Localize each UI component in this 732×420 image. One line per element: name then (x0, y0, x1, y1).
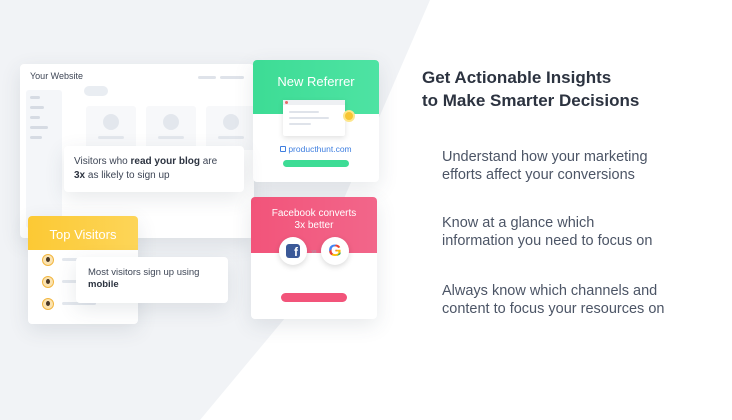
top-visitors-title: Top Visitors (49, 227, 117, 242)
avatar-icon (42, 276, 54, 288)
coin-icon (343, 110, 355, 122)
referrer-bar (283, 160, 349, 167)
content-card (86, 106, 136, 150)
facebook-title-line2: 3x better (294, 220, 334, 231)
new-referrer-card: New Referrer producthunt.com (253, 60, 379, 182)
content-card (206, 106, 256, 150)
avatar-icon (42, 298, 54, 310)
mobile-prefix: Most visitors sign up using (88, 267, 200, 278)
blog-middle: are (199, 156, 218, 167)
sidebar-line (30, 136, 42, 139)
sidebar-line (30, 116, 40, 119)
benefit-line2: content to focus your resources on (442, 301, 665, 317)
benefit-point: Understand how your marketing efforts af… (442, 148, 712, 184)
referrer-link-text[interactable]: producthunt.com (288, 144, 351, 154)
benefit-point: Always know which channels and content t… (442, 282, 712, 318)
headline-line2: to Make Smarter Decisions (422, 91, 640, 110)
benefit-line1: Know at a glance which (442, 215, 595, 231)
blog-multiplier: 3x (74, 170, 86, 181)
sidebar-line (30, 106, 44, 109)
sidebar-mock (26, 90, 62, 228)
link-icon (280, 146, 287, 152)
benefit-line1: Understand how your marketing (442, 149, 648, 165)
content-card (146, 106, 196, 150)
mini-browser-mock (283, 100, 345, 136)
sidebar-line (30, 126, 48, 129)
blog-insight-callout: Visitors who read your blog are 3x as li… (64, 146, 244, 192)
referrer-title: New Referrer (277, 74, 355, 89)
sidebar-line (30, 96, 40, 99)
facebook-icon: f (286, 244, 300, 259)
header-pill (84, 86, 108, 96)
mobile-bold: mobile (88, 279, 119, 290)
benefit-line2: efforts affect your conversions (442, 167, 635, 183)
google-icon: G (325, 240, 345, 260)
benefit-point: Know at a glance which information you n… (442, 214, 712, 250)
facebook-converts-card: Facebook converts 3x better f vs G (251, 197, 377, 319)
top-line (198, 76, 216, 79)
blog-bold: read your blog (130, 156, 200, 167)
blog-prefix: Visitors who (74, 156, 131, 167)
blog-suffix: as likely to sign up (85, 170, 170, 181)
benefit-line1: Always know which channels and (442, 283, 658, 299)
avatar-icon (42, 254, 54, 266)
website-title: Your Website (30, 71, 84, 81)
benefit-line2: information you need to focus on (442, 233, 653, 249)
mobile-insight-callout: Most visitors sign up using mobile (76, 257, 228, 303)
facebook-title: Facebook converts 3x better (251, 208, 377, 232)
google-logo-bubble: G (321, 237, 349, 265)
facebook-logo-bubble: f (279, 237, 307, 265)
vs-label: vs (311, 249, 317, 255)
headline: Get Actionable Insights to Make Smarter … (422, 66, 712, 112)
referrer-link[interactable]: producthunt.com (253, 144, 379, 154)
headline-line1: Get Actionable Insights (422, 68, 612, 87)
facebook-title-line1: Facebook converts (271, 208, 357, 219)
top-line (220, 76, 244, 79)
facebook-bar (281, 293, 347, 302)
